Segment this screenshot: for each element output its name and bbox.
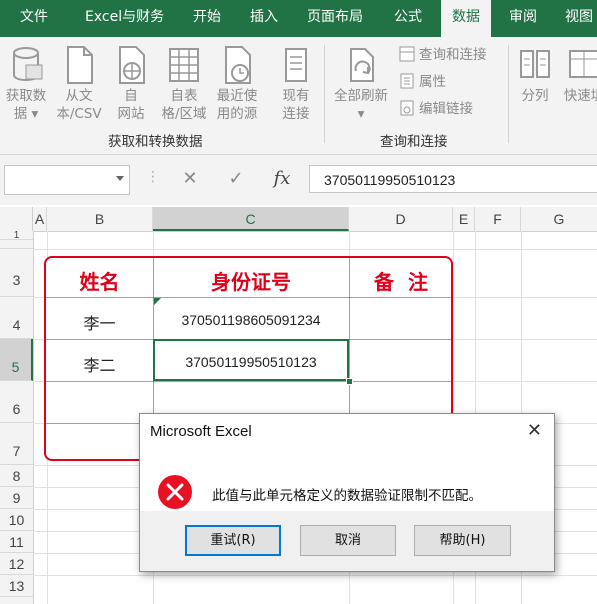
group-label-queries: 查询和连接 <box>380 134 448 150</box>
column-header-e[interactable]: E <box>453 207 475 231</box>
tab-home[interactable]: 开始 <box>193 0 221 37</box>
fill-handle[interactable] <box>346 378 353 385</box>
tab-page-layout[interactable]: 页面布局 <box>307 0 363 37</box>
text-file-icon <box>67 46 93 84</box>
table-divider <box>46 297 451 298</box>
existing-connections-button[interactable]: 现有 连接 <box>274 45 318 123</box>
cell-id-number[interactable]: 370501198605091234 <box>153 312 349 328</box>
row-header-13[interactable]: 13 <box>0 575 33 597</box>
refresh-icon <box>350 48 374 82</box>
help-button[interactable]: 帮助(H) <box>414 525 511 556</box>
error-indicator-icon[interactable] <box>154 298 161 305</box>
row-header-9[interactable]: 9 <box>0 487 33 509</box>
column-header-a[interactable]: A <box>33 207 47 231</box>
split-columns-icon <box>520 50 550 78</box>
properties-icon <box>400 73 414 89</box>
header-id-number[interactable]: 身份证号 <box>153 266 349 295</box>
queries-icon <box>399 46 415 62</box>
insert-function-icon[interactable]: fx <box>268 165 296 193</box>
from-text-csv-button[interactable]: 从文 本/CSV <box>53 45 105 123</box>
select-all-corner[interactable] <box>0 207 33 231</box>
dialog-message: 此值与此单元格定义的数据验证限制不匹配。 <box>212 488 482 504</box>
cancel-button[interactable]: 取消 <box>300 525 396 556</box>
cancel-icon[interactable]: ✕ <box>176 165 204 193</box>
recent-sources-icon <box>225 46 251 84</box>
row-header-12[interactable]: 12 <box>0 553 33 575</box>
cell-name[interactable]: 李一 <box>46 310 153 334</box>
table-divider <box>46 381 451 382</box>
from-table-button[interactable]: 自表 格/区域 <box>156 45 212 123</box>
flash-fill-button[interactable]: 快速填 <box>560 45 597 105</box>
group-label-get-transform: 获取和转换数据 <box>108 134 203 150</box>
refresh-all-button[interactable]: 全部刷新 ▾ <box>328 45 394 123</box>
cell-name[interactable]: 李二 <box>46 352 153 376</box>
enter-icon[interactable]: ✓ <box>222 165 250 193</box>
tab-excel-finance[interactable]: Excel与财务 <box>85 0 164 37</box>
row-header-8[interactable]: 8 <box>0 465 33 487</box>
tab-file[interactable]: 文件 <box>20 0 48 37</box>
tab-insert[interactable]: 插入 <box>250 0 278 37</box>
from-web-button[interactable]: 自 网站 <box>108 45 154 123</box>
column-header-d[interactable]: D <box>349 207 453 231</box>
error-icon <box>158 475 192 509</box>
row-header-11[interactable]: 11 <box>0 531 33 553</box>
close-icon[interactable]: ✕ <box>527 420 542 441</box>
column-headers: A B C D E F G <box>0 207 597 232</box>
flash-fill-icon <box>569 50 597 78</box>
column-header-g[interactable]: G <box>521 207 597 231</box>
database-icon <box>13 47 43 82</box>
ribbon-tab-bar: 文件 Excel与财务 开始 插入 页面布局 公式 数据 审阅 视图 <box>0 0 597 37</box>
recent-sources-button[interactable]: 最近使 用的源 <box>212 45 262 123</box>
resize-dots-icon[interactable]: ⋮ <box>146 169 160 185</box>
column-header-c[interactable]: C <box>153 207 349 231</box>
row-header-2[interactable] <box>0 240 33 249</box>
chevron-down-icon[interactable] <box>116 176 124 181</box>
tab-formulas[interactable]: 公式 <box>394 0 422 37</box>
cell-id-number[interactable]: 37050119950510123 <box>153 354 349 370</box>
tab-review[interactable]: 审阅 <box>509 0 537 37</box>
row-header-3[interactable]: 3 <box>0 249 33 297</box>
formula-input[interactable]: 37050119950510123 <box>309 165 597 193</box>
name-box[interactable] <box>4 165 130 195</box>
column-header-b[interactable]: B <box>47 207 153 231</box>
ribbon: 获取数 据 ▾ 从文 本/CSV 自 网站 自表 格/区域 最近使 用的源 现有… <box>0 37 597 155</box>
queries-connections-button[interactable]: 查询和连接 <box>399 46 487 64</box>
tab-data[interactable]: 数据 <box>441 0 491 37</box>
row-header-1[interactable]: 1 <box>0 231 33 240</box>
text-to-columns-button[interactable]: 分列 <box>514 45 556 105</box>
column-header-f[interactable]: F <box>475 207 521 231</box>
header-remarks[interactable]: 备 注 <box>349 266 451 295</box>
web-icon <box>119 46 145 84</box>
dialog-title: Microsoft Excel <box>150 423 252 440</box>
row-header-10[interactable]: 10 <box>0 509 33 531</box>
table-icon <box>169 48 199 82</box>
ribbon-separator <box>324 45 325 143</box>
properties-button[interactable]: 属性 <box>399 73 446 91</box>
link-icon <box>400 100 414 116</box>
retry-button[interactable]: 重试(R) <box>185 525 281 556</box>
ribbon-separator <box>508 45 509 143</box>
row-header-7[interactable]: 7 <box>0 423 33 465</box>
row-headers: 1 3 4 5 6 7 8 9 10 11 12 13 <box>0 231 34 604</box>
tab-view[interactable]: 视图 <box>565 0 593 37</box>
validation-error-dialog: Microsoft Excel ✕ 此值与此单元格定义的数据验证限制不匹配。 重… <box>139 413 555 572</box>
formula-bar: ⋮ ✕ ✓ fx 37050119950510123 <box>0 155 597 205</box>
connections-icon <box>285 48 307 82</box>
row-header-5[interactable]: 5 <box>0 339 33 381</box>
row-header-4[interactable]: 4 <box>0 297 33 339</box>
edit-links-button[interactable]: 编辑链接 <box>399 100 473 118</box>
header-name[interactable]: 姓名 <box>46 266 153 295</box>
get-data-button[interactable]: 获取数 据 ▾ <box>2 45 50 123</box>
row-header-6[interactable]: 6 <box>0 381 33 423</box>
